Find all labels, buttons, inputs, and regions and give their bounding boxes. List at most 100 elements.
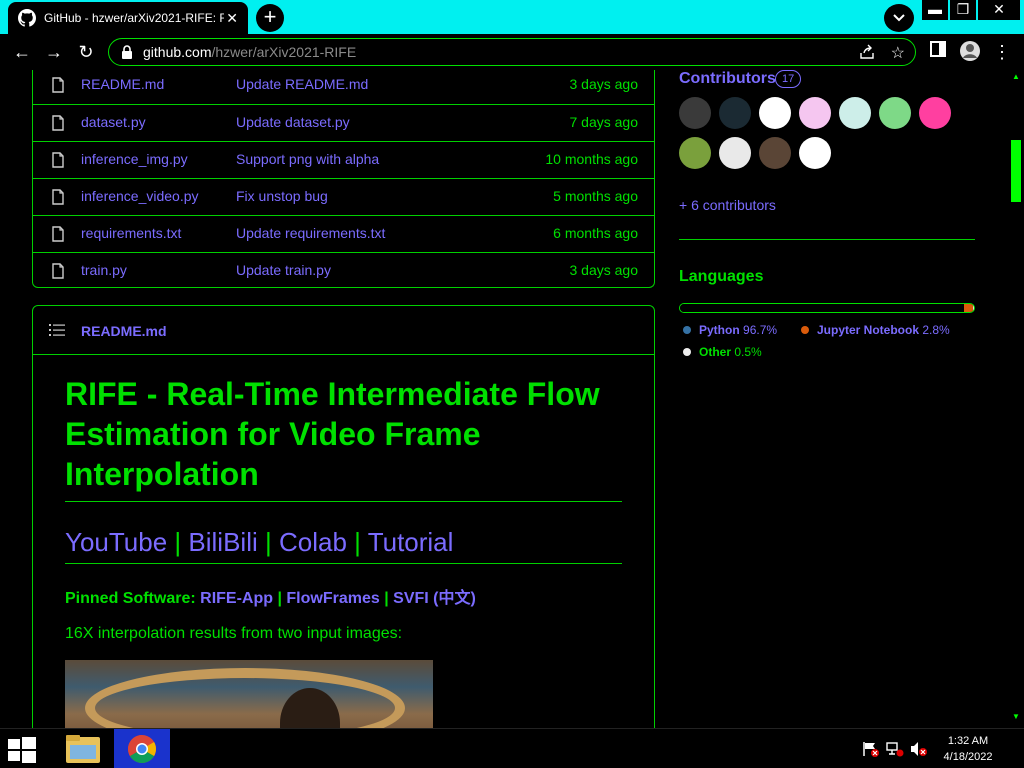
folder-icon (66, 735, 100, 763)
url-text: github.com/hzwer/arXiv2021-RIFE (143, 44, 356, 60)
file-icon (52, 263, 64, 279)
file-row[interactable]: README.md Update README.md 3 days ago (33, 70, 654, 104)
browser-tab[interactable]: GitHub - hzwer/arXiv2021-RIFE: RIFE ✕ (8, 2, 248, 34)
new-tab-button[interactable]: + (256, 4, 284, 32)
svfi-link[interactable]: SVFI (中文) (393, 590, 476, 607)
tab-strip: GitHub - hzwer/arXiv2021-RIFE: RIFE ✕ + … (0, 0, 1024, 34)
divider (65, 501, 622, 502)
commit-message-link[interactable]: Update README.md (236, 76, 368, 92)
scrollbar-thumb[interactable] (1011, 140, 1021, 202)
language-percent: 2.8% (922, 323, 950, 337)
menu-kebab-icon[interactable]: ⋮ (990, 40, 1014, 64)
pinned-software: Pinned Software: RIFE-App | FlowFrames |… (65, 584, 476, 608)
language-bar-segment (680, 304, 965, 312)
readme-header: README.md (33, 306, 654, 355)
contributor-avatar[interactable] (759, 137, 791, 169)
contributor-avatar[interactable] (719, 137, 751, 169)
chevron-down-icon (893, 14, 905, 22)
demo-image-ring (85, 668, 405, 728)
commit-message-link[interactable]: Update dataset.py (236, 114, 350, 130)
file-name-link[interactable]: inference_video.py (81, 188, 199, 204)
forward-arrow-icon[interactable]: → (42, 40, 66, 64)
file-name-link[interactable]: inference_img.py (81, 151, 188, 167)
contributors-title[interactable]: Contributors (679, 70, 776, 88)
colab-link[interactable]: Colab (279, 527, 347, 557)
commit-message-link[interactable]: Update train.py (236, 262, 331, 278)
tab-search-button[interactable] (884, 4, 914, 32)
contributor-avatar[interactable] (679, 137, 711, 169)
file-row[interactable]: requirements.txt Update requirements.txt 6… (33, 215, 654, 252)
file-name-link[interactable]: README.md (81, 76, 164, 92)
windows-taskbar: 1:32 AM 4/18/2022 (0, 728, 1024, 768)
chrome-taskbar-button[interactable] (114, 729, 170, 768)
file-row[interactable]: train.py Update train.py 3 days ago (33, 252, 654, 289)
file-row[interactable]: dataset.py Update dataset.py 7 days ago (33, 104, 654, 141)
reload-icon[interactable]: ↻ (74, 40, 98, 64)
commit-message-link[interactable]: Update requirements.txt (236, 225, 385, 241)
youtube-link[interactable]: YouTube (65, 527, 167, 557)
close-window-button[interactable]: ✕ (978, 0, 1020, 20)
languages-title: Languages (679, 268, 764, 285)
lock-icon (122, 45, 132, 59)
page-scrollbar[interactable]: ▲ ▼ (1008, 70, 1024, 728)
file-icon (52, 152, 64, 168)
tutorial-link[interactable]: Tutorial (368, 527, 454, 557)
language-percent: 96.7% (743, 323, 778, 337)
sidebar-panel-icon[interactable] (930, 41, 946, 57)
profile-avatar-icon[interactable] (959, 40, 981, 62)
commit-message-link[interactable]: Fix unstop bug (236, 188, 328, 204)
file-name-link[interactable]: dataset.py (81, 114, 146, 130)
web-page: README.md Update README.md 3 days ago datas… (0, 70, 1008, 728)
scroll-down-arrow-icon[interactable]: ▼ (1012, 712, 1020, 721)
bookmark-star-icon[interactable]: ☆ (891, 43, 905, 63)
tab-close-icon[interactable]: ✕ (226, 10, 238, 27)
flag-warning-icon[interactable] (862, 741, 880, 757)
address-bar[interactable]: github.com/hzwer/arXiv2021-RIFE ☆ (108, 38, 916, 66)
readme-links-heading: YouTube | BiliBili | Colab | Tutorial (65, 527, 453, 558)
contributor-avatar[interactable] (879, 97, 911, 129)
file-name-link[interactable]: requirements.txt (81, 225, 181, 241)
divider (679, 239, 975, 240)
rife-app-link[interactable]: RIFE-App (200, 590, 273, 607)
bilibili-link[interactable]: BiliBili (188, 527, 257, 557)
contributor-avatar[interactable] (679, 97, 711, 129)
share-icon[interactable] (859, 44, 875, 60)
commit-message-link[interactable]: Support png with alpha (236, 151, 379, 167)
restore-button[interactable]: ❐ (950, 0, 976, 20)
contributor-avatar[interactable] (839, 97, 871, 129)
language-item-python[interactable]: Python 96.7% (683, 323, 777, 337)
back-arrow-icon[interactable]: ← (10, 40, 34, 64)
list-icon[interactable] (49, 323, 65, 337)
contributor-avatar[interactable] (799, 97, 831, 129)
file-icon (52, 189, 64, 205)
contributor-avatar[interactable] (719, 97, 751, 129)
contributor-avatar[interactable] (759, 97, 791, 129)
file-explorer-taskbar-button[interactable] (56, 729, 112, 768)
scroll-up-arrow-icon[interactable]: ▲ (1012, 72, 1020, 81)
contributor-avatar[interactable] (799, 137, 831, 169)
system-clock[interactable]: 1:32 AM 4/18/2022 (940, 733, 996, 765)
language-name: Jupyter Notebook (817, 323, 920, 337)
separator: | (174, 527, 182, 557)
volume-muted-icon[interactable] (910, 741, 928, 757)
contributor-avatar[interactable] (919, 97, 951, 129)
file-row[interactable]: inference_video.py Fix unstop bug 5 months… (33, 178, 654, 215)
network-icon[interactable] (886, 741, 904, 757)
jupyter-color-dot (801, 326, 809, 334)
more-contributors-link[interactable]: + 6 contributors (679, 197, 776, 213)
language-item-jupyter[interactable]: Jupyter Notebook 2.8% (801, 323, 950, 337)
windows-start-icon[interactable] (8, 737, 36, 763)
languages-bar (679, 303, 975, 313)
file-row[interactable]: inference_img.py Support png with alpha 10… (33, 141, 654, 178)
flowframes-link[interactable]: FlowFrames (286, 590, 379, 607)
github-icon (18, 9, 36, 27)
language-bar-segment (972, 304, 974, 312)
browser-toolbar: ← → ↻ github.com/hzwer/arXiv2021-RIFE ☆ … (0, 34, 1024, 70)
chrome-icon (128, 735, 156, 763)
file-name-link[interactable]: train.py (81, 262, 127, 278)
commit-age: 3 days ago (569, 262, 639, 278)
readme-title: RIFE - Real-Time Intermediate Flow Estim… (65, 376, 600, 492)
divider (65, 563, 622, 564)
minimize-button[interactable]: ▬ (922, 0, 948, 20)
readme-filename[interactable]: README.md (81, 323, 167, 339)
